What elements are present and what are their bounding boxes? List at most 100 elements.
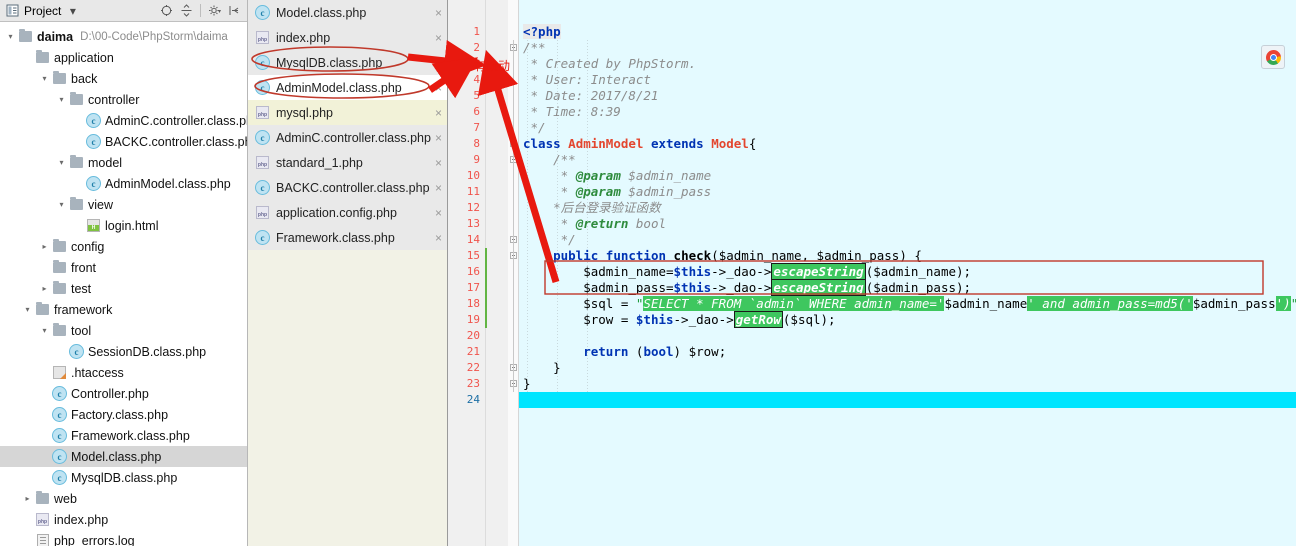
folder-icon (53, 281, 66, 294)
code-content[interactable]: <?php/** * Created by PhpStorm. * User: … (519, 0, 1296, 546)
php-file-icon: php (256, 206, 269, 219)
editor-tab-adminmodel-class-php[interactable]: c AdminModel.class.php × (248, 75, 447, 100)
folder-icon (53, 71, 66, 84)
locate-icon[interactable] (158, 2, 175, 19)
chevron-down-icon[interactable]: ▾ (55, 95, 68, 104)
tree-item-framework-class-php[interactable]: ▸cFramework.class.php (0, 425, 247, 446)
editor-tab-adminc-controller-class-php[interactable]: c AdminC.controller.class.php × (248, 125, 447, 150)
tree-item-icon (34, 491, 51, 504)
chevron-down-icon[interactable]: ▾ (4, 32, 17, 41)
tree-item-controller-php[interactable]: ▸cController.php (0, 383, 247, 404)
tree-item-factory-class-php[interactable]: ▸cFactory.class.php (0, 404, 247, 425)
code-folding-column[interactable] (508, 0, 519, 546)
chevron-down-icon[interactable]: ▾ (38, 326, 51, 335)
tree-item-htaccess[interactable]: ▸.htaccess (0, 362, 247, 383)
tree-item-php-errors-log[interactable]: ▸php_errors.log (0, 530, 247, 546)
chevron-right-icon[interactable]: ▸ (21, 494, 34, 503)
php-class-icon: c (255, 180, 270, 195)
folder-icon (36, 302, 49, 315)
close-icon[interactable]: × (432, 182, 445, 194)
editor-tab-index-php[interactable]: php index.php × (248, 25, 447, 50)
project-path-label: D:\00-Code\PhpStorm\daima (80, 30, 228, 43)
line-number: 5 (473, 89, 480, 102)
svg-text:▾: ▾ (218, 9, 221, 15)
tree-item-model[interactable]: ▾ model (0, 152, 247, 173)
editor-tab-model-class-php[interactable]: c Model.class.php × (248, 0, 447, 25)
editor-gutter[interactable]: 1 2 3 4 5 6 7 8 9 10 11 12 13 14 15 16 17 18 19 20 21 22 23 24 (448, 0, 486, 546)
tree-item-front[interactable]: ▸front (0, 257, 247, 278)
editor-tab-backc-controller-class-php[interactable]: c BACKC.controller.class.php × (248, 175, 447, 200)
line-number: 8 (473, 137, 480, 150)
close-icon[interactable]: × (432, 107, 445, 119)
tree-item-test[interactable]: ▸ test (0, 278, 247, 299)
close-icon[interactable]: × (432, 7, 445, 19)
chevron-down-icon[interactable]: ▾ (38, 74, 51, 83)
code-line: public function check($admin_name, $admi… (553, 248, 922, 263)
tree-item-model-class-php[interactable]: ▸cModel.class.php (0, 446, 247, 467)
chrome-run-icon[interactable] (1261, 45, 1285, 69)
chevron-right-icon[interactable]: ▸ (38, 242, 51, 251)
tab-file-icon: c (254, 80, 271, 95)
tab-label: mysql.php (276, 105, 333, 120)
settings-icon[interactable]: ▾ (206, 2, 223, 19)
tree-item-config[interactable]: ▸ config (0, 236, 247, 257)
code-line: } (523, 360, 561, 375)
chevron-down-icon[interactable]: ▾ (55, 158, 68, 167)
tree-item-sessiondb-class-php[interactable]: ▸cSessionDB.class.php (0, 341, 247, 362)
close-icon[interactable]: × (432, 232, 445, 244)
line-number: 11 (466, 185, 480, 198)
tree-item-backc-controller-class-php[interactable]: ▸cBACKC.controller.class.php (0, 131, 247, 152)
close-icon[interactable]: × (432, 32, 445, 44)
php-class-icon: c (86, 113, 101, 128)
tree-item-controller[interactable]: ▾ controller (0, 89, 247, 110)
tree-item-mysqldb-class-php[interactable]: ▸cMysqlDB.class.php (0, 467, 247, 488)
code-line: } (523, 376, 531, 391)
tree-item-application[interactable]: ▸application (0, 47, 247, 68)
fold-region-bar (513, 40, 514, 392)
editor-tab-framework-class-php[interactable]: c Framework.class.php × (248, 225, 447, 250)
close-icon[interactable]: × (432, 132, 445, 144)
tree-item-web[interactable]: ▸ web (0, 488, 247, 509)
line-number: 10 (466, 169, 480, 182)
editor-tab-list[interactable]: c Model.class.php × php index.php × c MysqlDB.c… (248, 0, 448, 546)
line-number: 6 (473, 105, 480, 118)
editor-tab-application-config-php[interactable]: php application.config.php × (248, 200, 447, 225)
tree-item-login-html[interactable]: ▸login.html (0, 215, 247, 236)
editor-tab-mysqldb-class-php[interactable]: c MysqlDB.class.php × (248, 50, 447, 75)
folder-icon (53, 323, 66, 336)
editor-tab-standard-1-php[interactable]: php standard_1.php × (248, 150, 447, 175)
tree-item-icon (51, 366, 68, 379)
project-view-icon[interactable] (4, 2, 21, 19)
vcs-change-stripe[interactable] (485, 248, 487, 328)
collapse-all-icon[interactable] (178, 2, 195, 19)
tree-item-daima[interactable]: ▾ daima D:\00-Code\PhpStorm\daima (0, 26, 247, 47)
code-editor[interactable]: 1 2 3 4 5 6 7 8 9 10 11 12 13 14 15 16 17 18 19 20 21 22 23 24 … (448, 0, 1296, 546)
php-class-icon: c (255, 55, 270, 70)
tree-item-label: controller (88, 92, 140, 107)
close-icon[interactable]: × (432, 157, 445, 169)
chevron-down-icon[interactable]: ▾ (64, 2, 81, 19)
tree-item-icon (85, 219, 102, 232)
editor-tab-mysql-php[interactable]: php mysql.php × (248, 100, 447, 125)
php-file-icon: php (36, 513, 49, 526)
close-icon[interactable]: × (432, 57, 445, 69)
tree-item-tool[interactable]: ▾ tool (0, 320, 247, 341)
close-icon[interactable]: × (432, 82, 445, 94)
chevron-down-icon[interactable]: ▾ (55, 200, 68, 209)
tree-item-adminc-controller-class-php[interactable]: ▸cAdminC.controller.class.php (0, 110, 247, 131)
line-number: 9 (473, 153, 480, 166)
chevron-down-icon[interactable]: ▾ (21, 305, 34, 314)
tree-item-adminmodel-class-php[interactable]: ▸cAdminModel.class.php (0, 173, 247, 194)
php-class-icon: c (255, 5, 270, 20)
tree-item-label: AdminC.controller.class.php (105, 113, 247, 128)
line-number: 21 (466, 345, 480, 358)
tree-item-index-php[interactable]: ▸phpindex.php (0, 509, 247, 530)
chevron-right-icon[interactable]: ▸ (38, 284, 51, 293)
tree-item-back[interactable]: ▾ back (0, 68, 247, 89)
tree-item-view[interactable]: ▾ view (0, 194, 247, 215)
project-file-tree[interactable]: ▾daimaD:\00-Code\PhpStorm\daima▸applicat… (0, 22, 247, 546)
close-icon[interactable]: × (432, 207, 445, 219)
tree-item-framework[interactable]: ▾ framework (0, 299, 247, 320)
hide-icon[interactable] (226, 2, 243, 19)
